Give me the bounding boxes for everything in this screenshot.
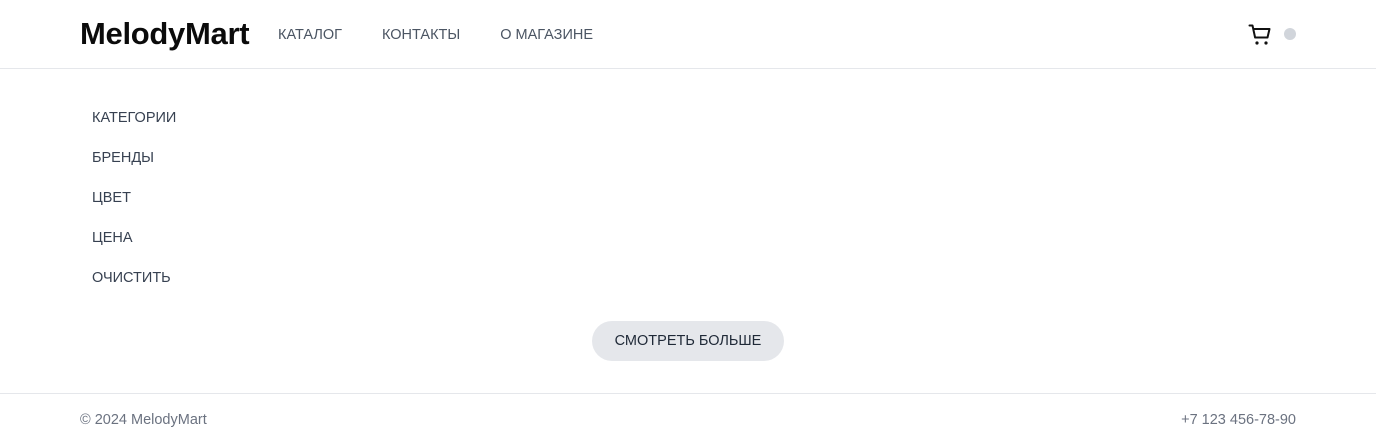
status-indicator [1284, 28, 1296, 40]
filter-brands[interactable]: БРЕНДЫ [92, 149, 176, 189]
filter-sidebar: КАТЕГОРИИ БРЕНДЫ ЦВЕТ ЦЕНА ОЧИСТИТЬ [92, 109, 176, 309]
cart-icon[interactable] [1248, 23, 1272, 47]
site-logo[interactable]: MelodyMart [80, 16, 250, 52]
show-more-button[interactable]: СМОТРЕТЬ БОЛЬШЕ [592, 321, 784, 361]
nav-contacts-link[interactable]: КОНТАКТЫ [382, 26, 460, 44]
nav-catalog-link[interactable]: КАТАЛОГ [278, 26, 342, 44]
phone-number[interactable]: +7 123 456-78-90 [1181, 411, 1296, 429]
main-nav: КАТАЛОГ КОНТАКТЫ О МАГАЗИНЕ [278, 26, 593, 44]
filter-categories[interactable]: КАТЕГОРИИ [92, 109, 176, 149]
filter-clear[interactable]: ОЧИСТИТЬ [92, 269, 176, 309]
site-header: MelodyMart КАТАЛОГ КОНТАКТЫ О МАГАЗИНЕ [0, 0, 1376, 69]
site-footer: © 2024 MelodyMart +7 123 456-78-90 [0, 393, 1376, 446]
filter-price[interactable]: ЦЕНА [92, 229, 176, 269]
nav-about-link[interactable]: О МАГАЗИНЕ [500, 26, 593, 44]
filter-color[interactable]: ЦВЕТ [92, 189, 176, 229]
copyright-text: © 2024 MelodyMart [80, 412, 207, 428]
